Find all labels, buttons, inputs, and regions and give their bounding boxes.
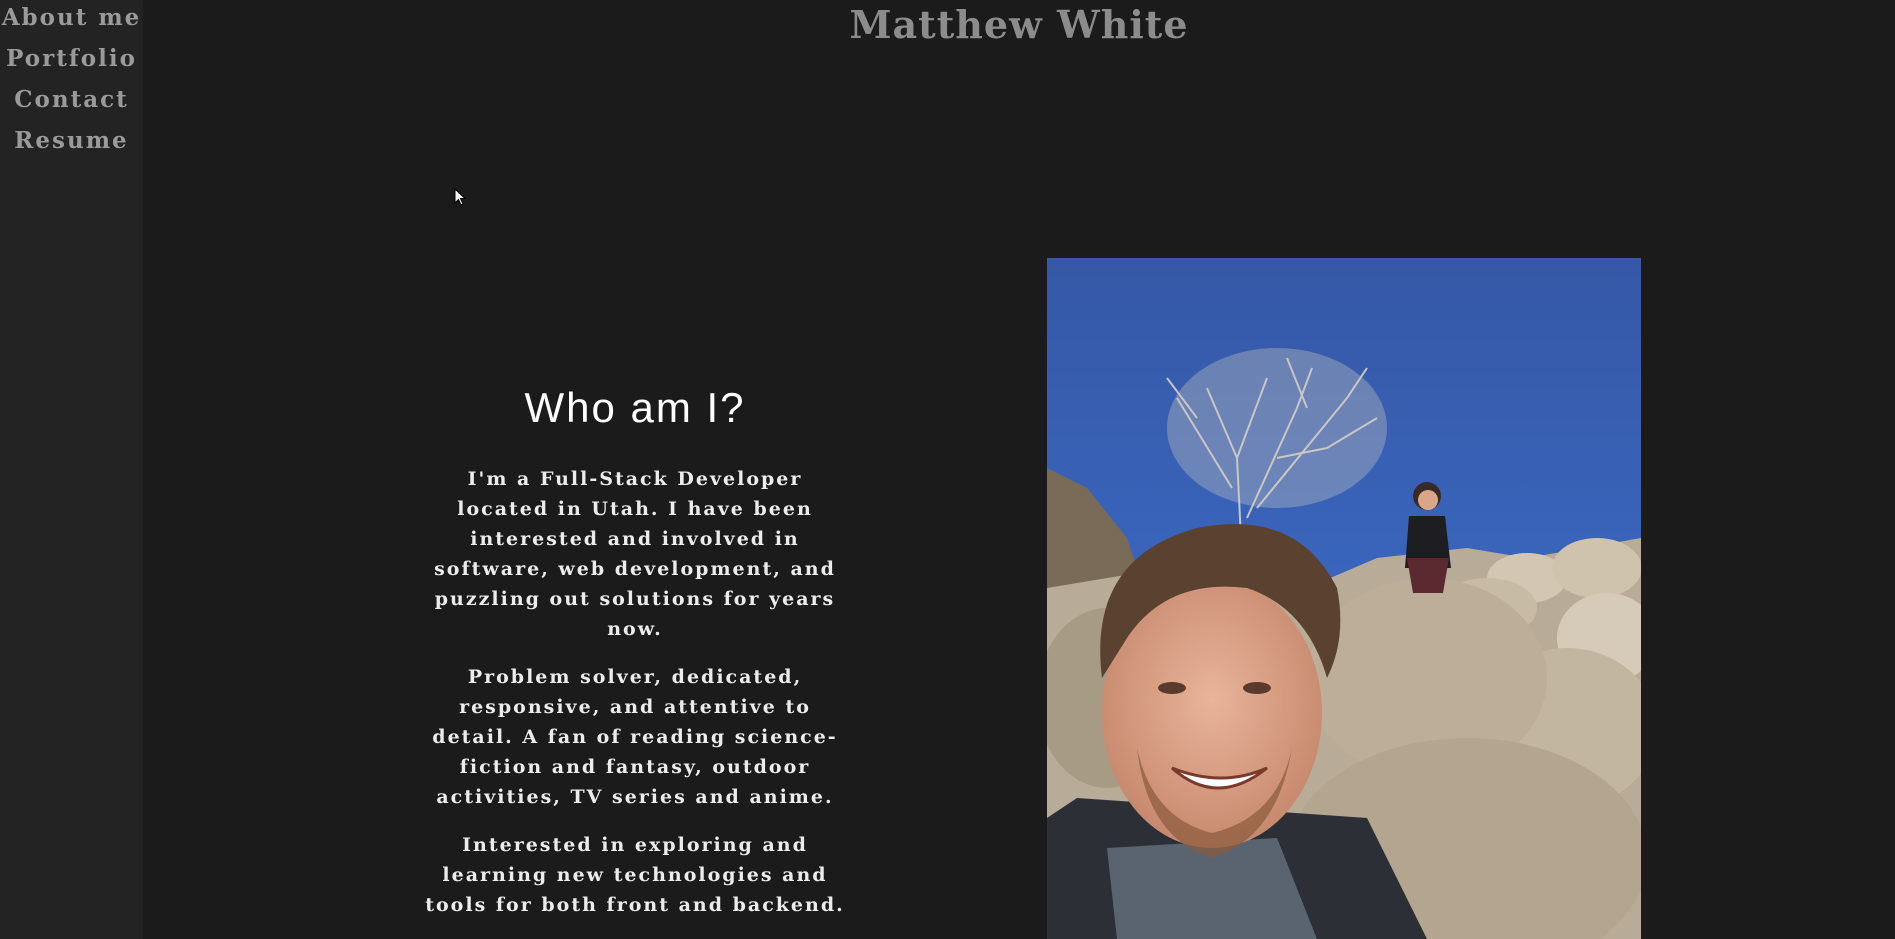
about-paragraph-traits: Problem solver, dedicated, responsive, a… bbox=[432, 666, 838, 808]
about-heading: Who am I? bbox=[524, 384, 746, 431]
site-title: Matthew White bbox=[849, 2, 1189, 47]
nav-item-contact[interactable]: Contact bbox=[0, 79, 143, 120]
nav-item-portfolio[interactable]: Portfolio bbox=[0, 38, 143, 79]
nav-item-about[interactable]: About me bbox=[0, 0, 143, 38]
about-section: Who am I? I'm a Full-Stack Developer loc… bbox=[420, 378, 850, 938]
about-paragraph-intro: I'm a Full-Stack Developer located in Ut… bbox=[434, 468, 836, 640]
sidebar-nav: About me Portfolio Contact Resume bbox=[0, 0, 143, 939]
mouse-cursor-icon bbox=[454, 187, 467, 213]
profile-photo bbox=[1047, 258, 1641, 939]
about-paragraph-interests: Interested in exploring and learning new… bbox=[425, 834, 845, 916]
nav-list: About me Portfolio Contact Resume bbox=[0, 0, 143, 161]
profile-photo-illustration bbox=[1047, 258, 1641, 939]
nav-item-resume[interactable]: Resume bbox=[0, 120, 143, 161]
